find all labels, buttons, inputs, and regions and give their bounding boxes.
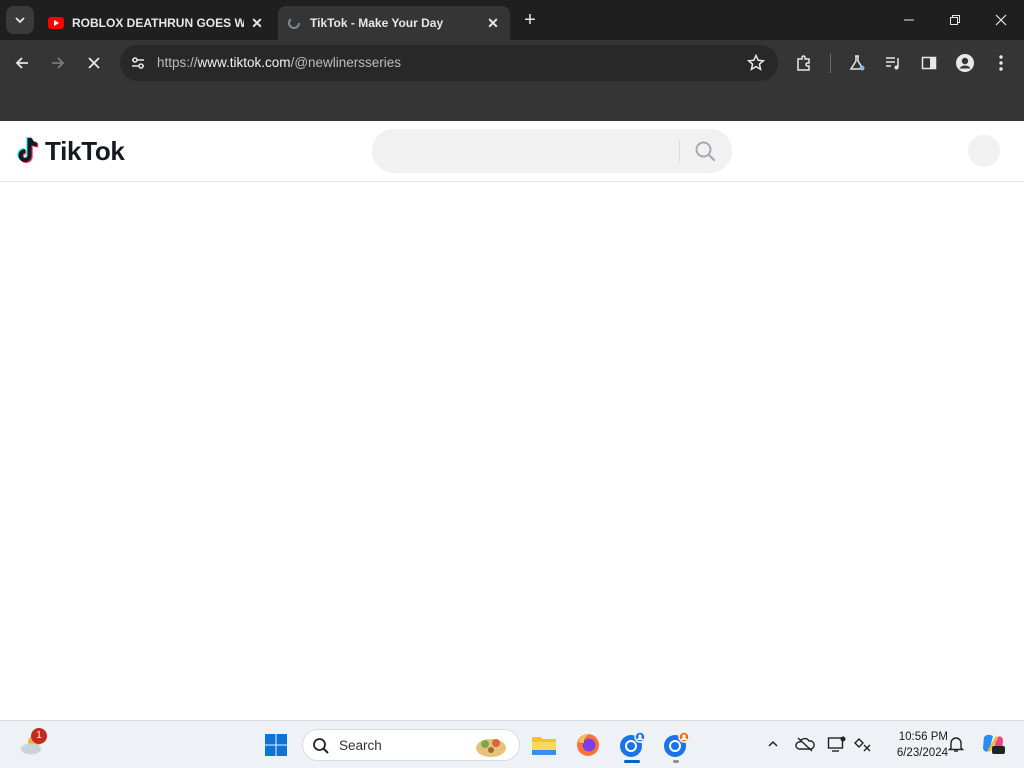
tab-title: TikTok - Make Your Day [310,16,444,30]
search-icon [695,141,716,162]
menu-kebab-icon[interactable] [990,52,1012,74]
bookmarks-bar [0,86,1024,121]
arrow-left-icon [15,57,28,69]
taskbar-search[interactable]: Search [302,729,520,761]
start-button[interactable] [258,727,294,763]
url-scheme: https:// [157,55,198,70]
file-explorer-button[interactable] [526,727,562,763]
address-bar[interactable]: https://www.tiktok.com/@newlinersseries [120,45,778,81]
clock-date: 6/23/2024 [896,747,948,759]
tiktok-search-input[interactable] [388,129,668,173]
tiktok-loading-icon [286,15,302,31]
profile-avatar-icon[interactable] [954,52,976,74]
forward-button[interactable] [44,49,72,77]
avatar-placeholder[interactable] [968,135,1000,167]
chrome-profile-2-button[interactable] [658,727,694,763]
minimize-button[interactable] [886,0,932,40]
display-tray-icon[interactable] [826,733,848,755]
tiktok-search-button[interactable] [682,129,728,173]
extensions-icon[interactable] [793,52,815,74]
taskbar-search-label: Search [339,738,382,753]
chevron-up-icon [768,740,778,747]
tiktok-header: TikTok [0,121,1024,182]
youtube-icon [48,15,64,31]
labs-flask-icon[interactable] [846,52,868,74]
firefox-icon [577,734,599,756]
search-divider [679,140,680,162]
search-icon [313,738,329,754]
chrome-icon [620,731,646,757]
chevron-down-icon [15,17,25,24]
tiktok-search-box [372,129,732,173]
tab-youtube[interactable]: ROBLOX DEATHRUN GOES WR ✕ [40,6,274,40]
active-app-indicator [624,760,640,763]
firefox-button[interactable] [570,727,606,763]
chrome-icon [664,731,690,757]
tiktok-logo[interactable]: TikTok [16,135,125,167]
toolbar-divider [830,53,831,73]
restore-button[interactable] [932,0,978,40]
close-icon [995,14,1007,26]
tab-title: ROBLOX DEATHRUN GOES WR [72,16,244,30]
network-tray-icon[interactable] [852,733,874,755]
copilot-icon[interactable] [980,731,1006,757]
notification-bell-icon[interactable] [945,733,967,755]
close-window-button[interactable] [978,0,1024,40]
new-tab-button[interactable]: + [518,10,542,32]
tab-tiktok[interactable]: TikTok - Make Your Day ✕ [278,6,510,40]
url-path: /@newlinersseries [290,55,402,70]
close-icon [88,57,100,69]
chrome-profile-1-button[interactable] [614,727,650,763]
url-host: www.tiktok.com [197,55,291,70]
tiktok-wordmark: TikTok [45,135,125,166]
show-hidden-icons-button[interactable] [762,733,784,755]
bookmark-star-icon[interactable] [746,53,766,73]
folder-icon [532,737,556,755]
weather-badge: 1 [31,728,47,744]
site-info-icon[interactable] [126,51,150,75]
stop-loading-button[interactable] [80,49,108,77]
back-button[interactable] [8,49,36,77]
browser-tab-bar: ROBLOX DEATHRUN GOES WR ✕ TikTok - Make … [0,0,1024,40]
search-highlight-art-icon [476,739,506,757]
tiktok-note-icon [17,136,39,163]
tab-close-icon[interactable]: ✕ [484,14,502,32]
tiktok-page: TikTok [0,121,1024,720]
tab-search-button[interactable] [6,6,34,34]
restore-icon [950,15,960,25]
windows-logo-icon [265,734,287,756]
arrow-right-icon [52,57,65,69]
browser-toolbar: https://www.tiktok.com/@newlinersseries [0,40,1024,86]
minimize-icon [904,19,914,21]
media-control-icon[interactable] [882,52,904,74]
url-text[interactable]: https://www.tiktok.com/@newlinersseries [157,55,401,70]
clock-time: 10:56 PM [898,731,948,743]
taskbar-clock[interactable]: 10:56 PM 6/23/2024 [878,729,948,761]
tab-close-icon[interactable]: ✕ [248,14,266,32]
onedrive-tray-icon[interactable] [794,733,816,755]
windows-taskbar: 1 Search 10:56 PM 6/23/2024 [0,720,1024,768]
running-app-indicator [673,760,679,763]
side-panel-icon[interactable] [918,52,940,74]
